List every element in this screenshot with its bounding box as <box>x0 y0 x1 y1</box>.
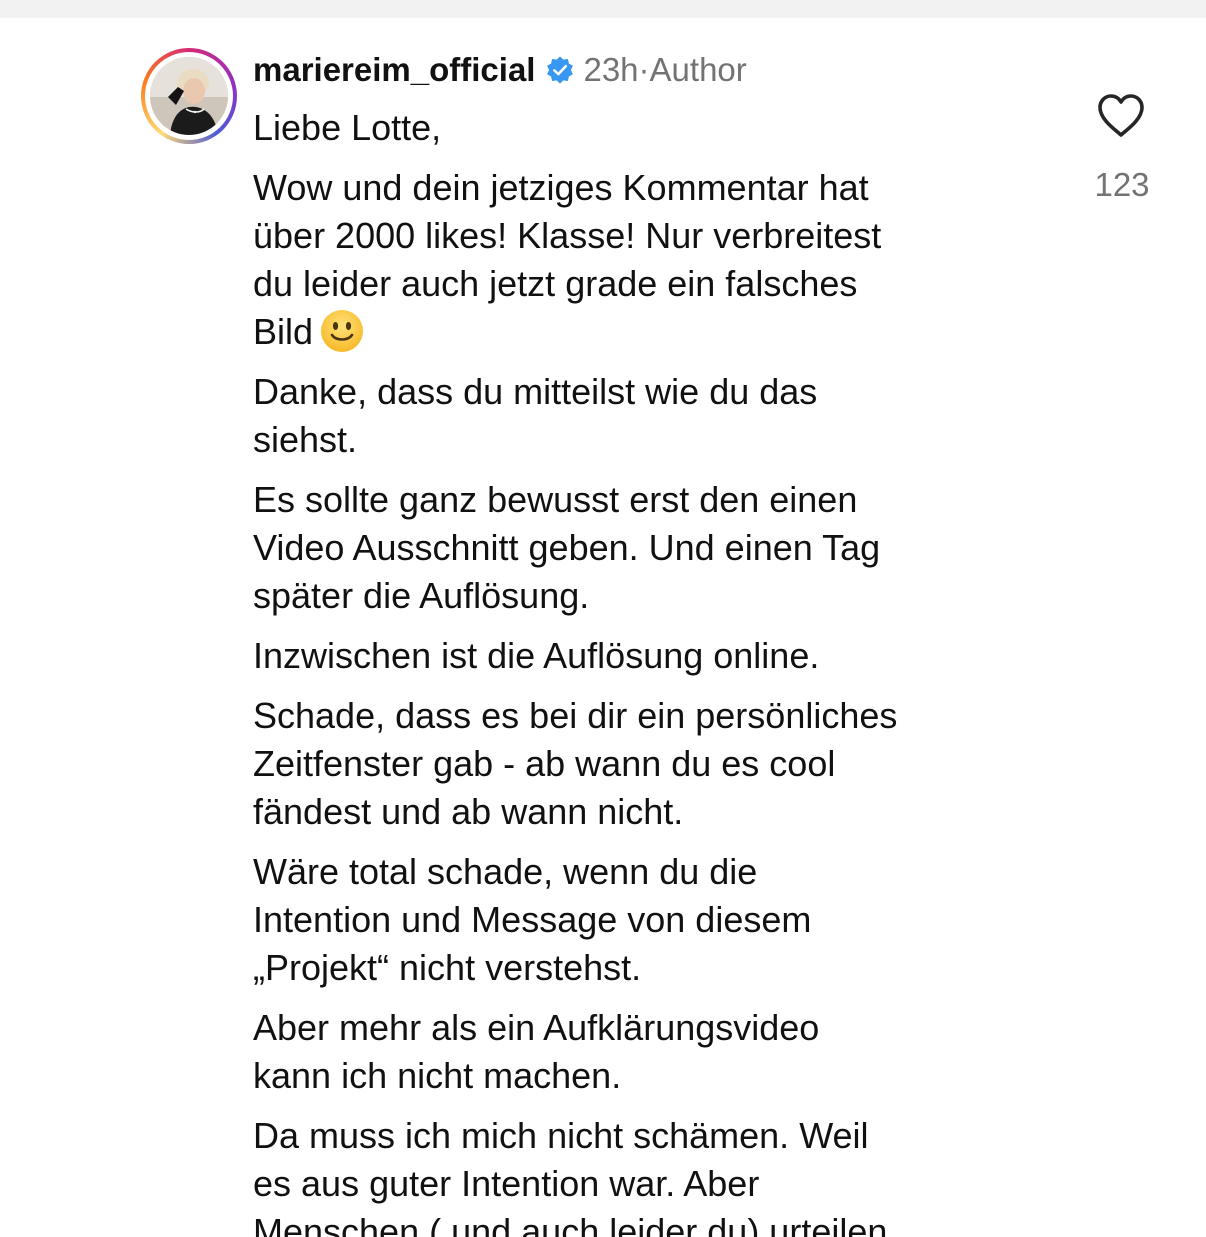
comment-text: Liebe Lotte, Wow und dein jetziges Komme… <box>253 104 1053 1237</box>
heart-outline-icon <box>1098 94 1144 137</box>
comment-paragraph: Wäre total schade, wenn du die Intention… <box>253 851 812 988</box>
verified-badge-icon <box>545 55 575 85</box>
like-button[interactable] <box>1096 92 1146 140</box>
avatar <box>150 57 228 135</box>
avatar-story-ring[interactable] <box>141 48 237 144</box>
comment-paragraph: Wow und dein jetziges Kommentar hat über… <box>253 164 1053 356</box>
meta-separator: · <box>638 51 650 88</box>
slightly-smiling-face-emoji-icon <box>319 308 365 354</box>
like-count: 123 <box>1094 166 1150 203</box>
comment-paragraph: Liebe Lotte, <box>253 107 442 148</box>
author-label: Author <box>649 51 747 88</box>
comment: mariereim_official 23h · Author Liebe Lo… <box>0 18 1206 1237</box>
comment-header: mariereim_official 23h · Author <box>253 48 747 92</box>
avatar-photo-image <box>150 57 228 135</box>
comment-paragraph: Es sollte ganz bewusst erst den einen Vi… <box>253 479 881 616</box>
comment-timestamp: 23h <box>583 51 639 88</box>
comment-paragraph: Schade, dass es bei dir ein persönliches… <box>253 695 898 832</box>
avatar-frame <box>145 52 233 140</box>
comment-paragraph: Danke, dass du mitteilst wie du das sieh… <box>253 371 818 460</box>
comment-paragraph: Aber mehr als ein Aufklärungsvideo kann … <box>253 1007 820 1096</box>
comment-paragraph: Da muss ich mich nicht schämen. Weil es … <box>253 1115 888 1237</box>
username-link[interactable]: mariereim_official <box>253 51 535 89</box>
comment-paragraph: Inzwischen ist die Auflösung online. <box>253 635 820 676</box>
previous-comment-divider <box>0 0 1206 18</box>
